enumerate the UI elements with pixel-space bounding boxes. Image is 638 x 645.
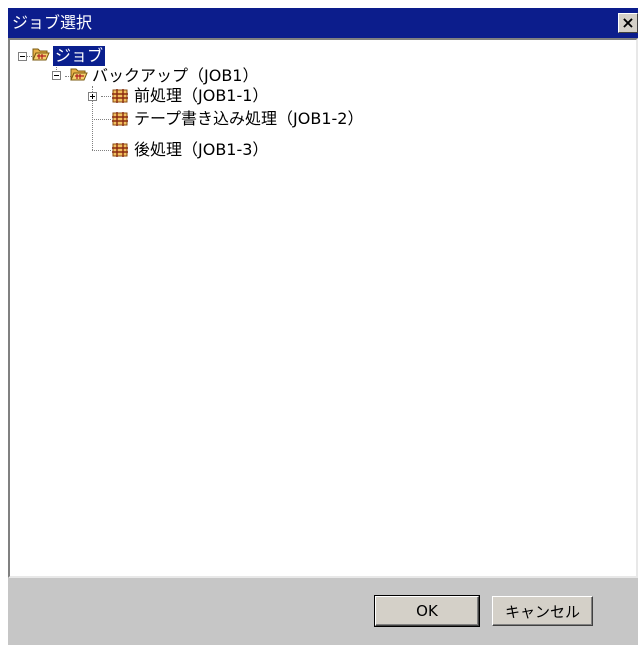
collapse-toggle-root[interactable] bbox=[18, 52, 27, 61]
tree-node-label: 前処理（JOB1-1） bbox=[134, 86, 269, 105]
tree-node-job3[interactable]: 後処理（JOB1-3） bbox=[132, 140, 270, 160]
open-folder-icon bbox=[70, 68, 88, 81]
window-title: ジョブ選択 bbox=[12, 13, 93, 32]
job-select-dialog: ジョブ選択 × ジョブ バックアップ（JOB1） 前処理（JOB1-1） テープ… bbox=[8, 8, 638, 645]
ok-button[interactable]: OK bbox=[374, 595, 480, 627]
tree-node-root[interactable]: ジョブ bbox=[53, 46, 106, 66]
close-icon: × bbox=[621, 13, 635, 32]
tree-connector bbox=[92, 119, 111, 120]
tree-node-job2[interactable]: テープ書き込み処理（JOB1-2） bbox=[132, 109, 365, 129]
job-grid-icon bbox=[112, 89, 128, 103]
open-folder-icon bbox=[32, 48, 50, 61]
button-bar: OK キャンセル bbox=[8, 578, 638, 645]
job-grid-icon bbox=[112, 143, 128, 157]
tree-node-label: バックアップ（JOB1） bbox=[92, 66, 259, 85]
tree-node-group[interactable]: バックアップ（JOB1） bbox=[90, 66, 260, 86]
close-button[interactable]: × bbox=[618, 13, 638, 33]
cancel-button[interactable]: キャンセル bbox=[492, 596, 593, 626]
tree-node-job1[interactable]: 前処理（JOB1-1） bbox=[132, 86, 270, 106]
tree-node-label: ジョブ bbox=[53, 46, 106, 66]
tree-node-label: 後処理（JOB1-3） bbox=[134, 140, 269, 159]
collapse-toggle-group[interactable] bbox=[52, 71, 61, 80]
job-tree[interactable]: ジョブ バックアップ（JOB1） 前処理（JOB1-1） テープ書き込み処理（J… bbox=[8, 38, 638, 578]
title-bar[interactable]: ジョブ選択 × bbox=[8, 8, 638, 38]
tree-node-label: テープ書き込み処理（JOB1-2） bbox=[134, 109, 364, 128]
tree-connector bbox=[92, 150, 111, 151]
tree-connector bbox=[101, 96, 111, 97]
expand-toggle-job1[interactable] bbox=[88, 92, 97, 101]
job-grid-icon bbox=[112, 112, 128, 126]
